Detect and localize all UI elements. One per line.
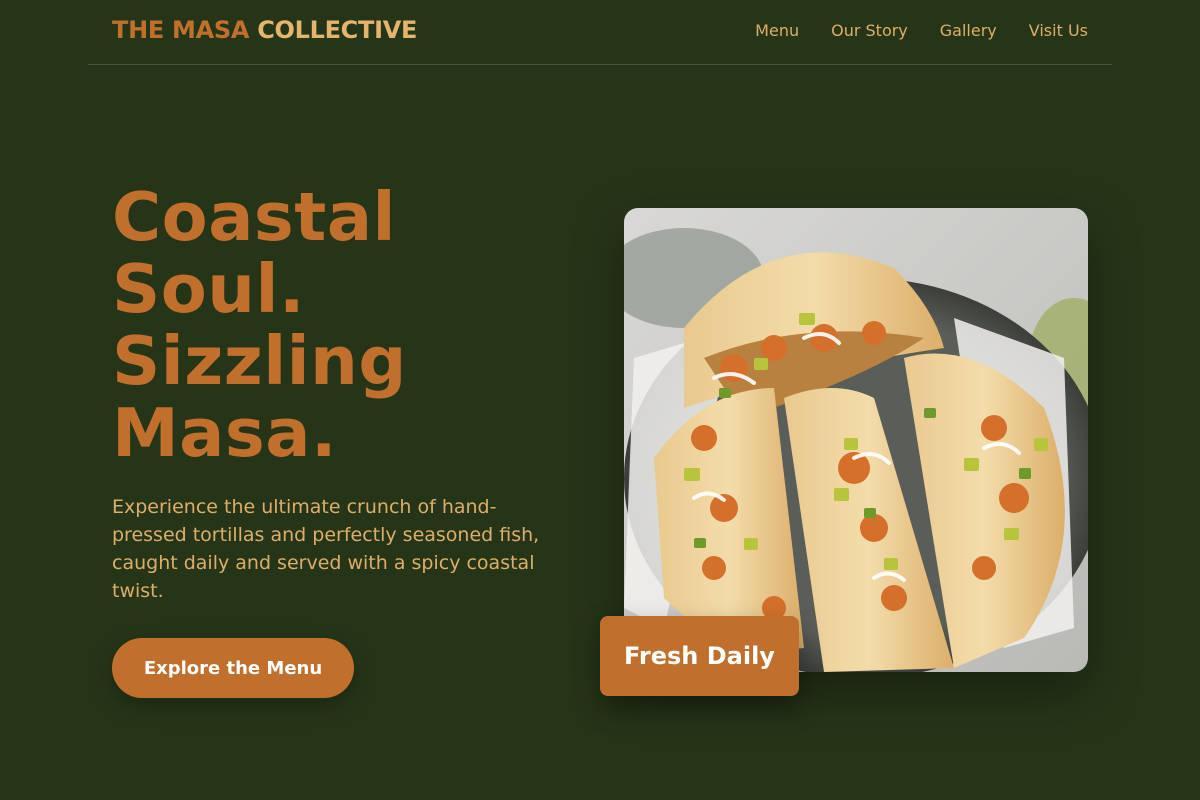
nav-item-our-story[interactable]: Our Story (831, 21, 908, 40)
headline-line-3: Sizzling (112, 322, 407, 400)
headline-line-2: Soul. (112, 250, 305, 328)
main-nav: Menu Our Story Gallery Visit Us (755, 21, 1088, 40)
hero-description: Experience the ultimate crunch of hand-p… (112, 496, 540, 602)
hero-headline: Coastal Soul. Sizzling Masa. (112, 181, 572, 469)
nav-item-visit-us[interactable]: Visit Us (1029, 21, 1088, 40)
explore-menu-button[interactable]: Explore the Menu (112, 638, 354, 698)
headline-line-1: Coastal (112, 178, 396, 256)
fresh-daily-badge: Fresh Daily (600, 616, 799, 696)
nav-item-gallery[interactable]: Gallery (940, 21, 997, 40)
brand-logo[interactable]: THE MASA COLLECTIVE (112, 16, 417, 44)
headline-line-4: Masa. (112, 394, 337, 472)
landing-page: THE MASA COLLECTIVE Menu Our Story Galle… (0, 0, 1200, 800)
nav-item-menu[interactable]: Menu (755, 21, 799, 40)
taco-photo (624, 208, 1088, 672)
brand-name-part1: THE MASA (112, 16, 250, 44)
brand-name-part2: COLLECTIVE (257, 16, 418, 44)
site-header: THE MASA COLLECTIVE Menu Our Story Galle… (88, 0, 1112, 65)
